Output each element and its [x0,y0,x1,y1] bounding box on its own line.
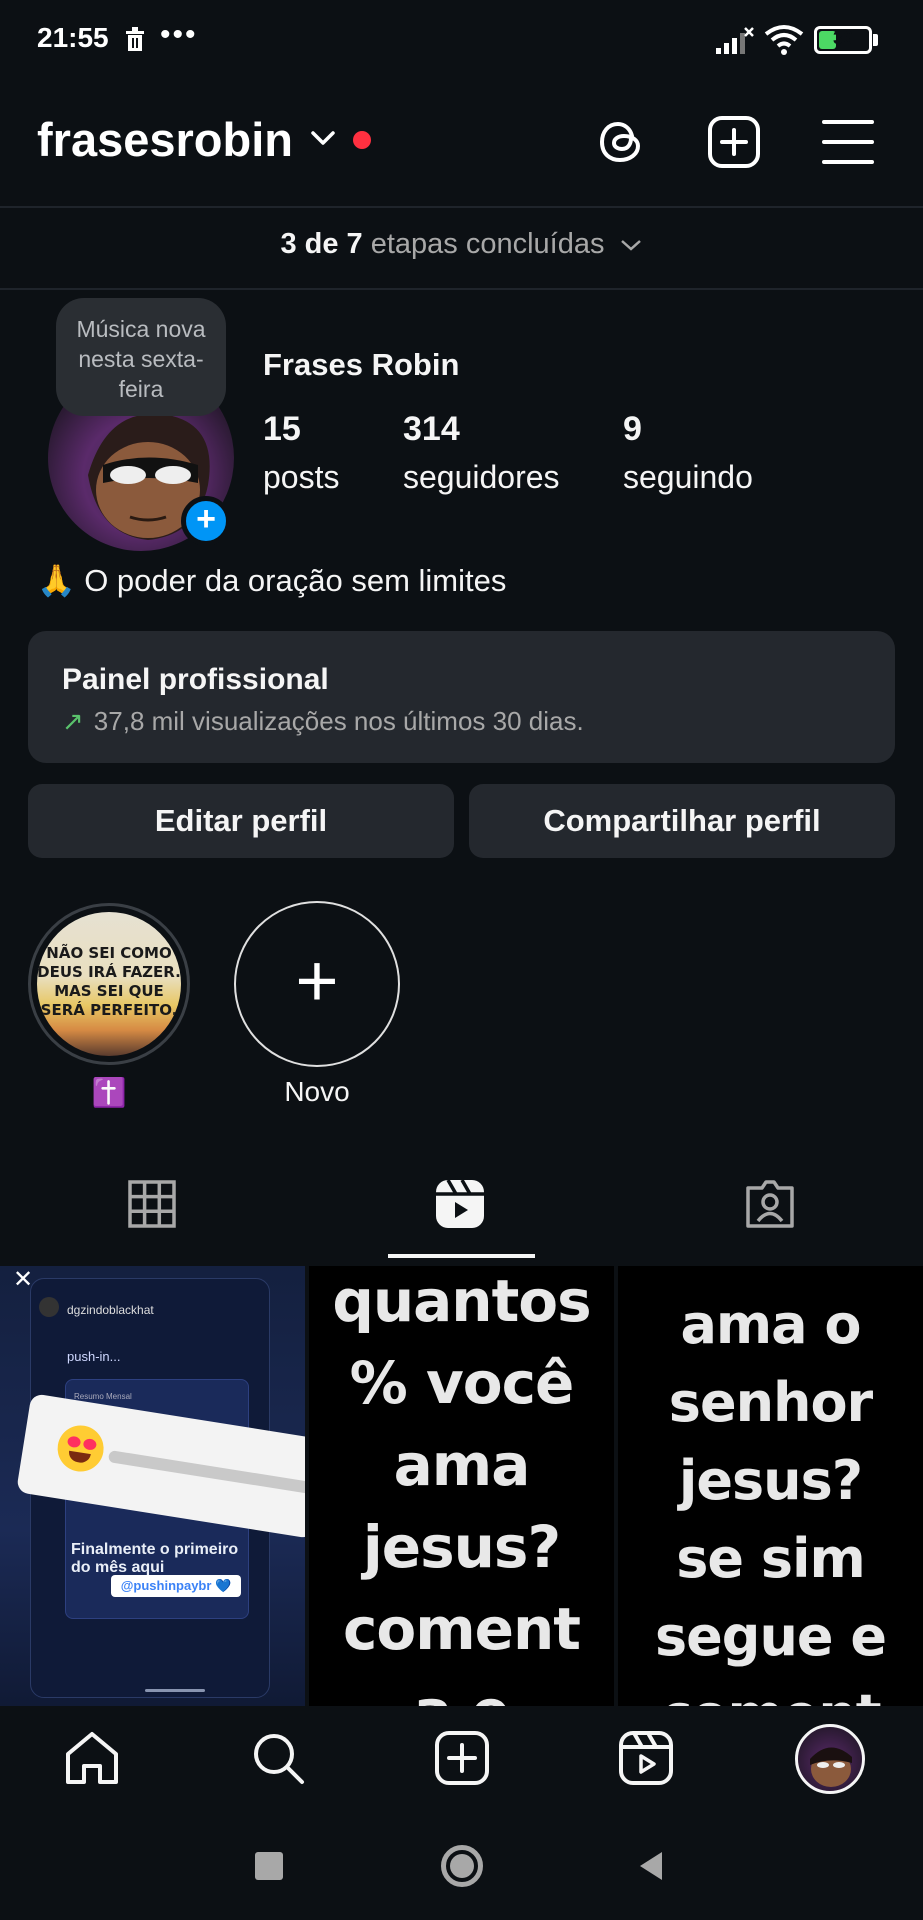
display-name: Frases Robin [263,347,460,382]
pro-panel-stats: 37,8 mil visualizações nos últimos 30 di… [93,706,584,736]
trend-arrow-icon: ↗ [62,706,84,736]
caption-line: jesus? [362,1513,561,1581]
recents-icon[interactable] [255,1852,283,1880]
divider [0,206,923,208]
onboarding-steps[interactable]: 3 de 7 etapas concluídas [0,228,923,261]
steps-text: etapas concluídas [370,228,605,260]
tagged-icon[interactable] [742,1176,798,1232]
close-icon[interactable]: ✕ [10,1268,36,1294]
caption-line: jesus? [678,1449,863,1512]
stat-posts[interactable]: 15 posts [263,410,339,496]
notification-dot [353,131,371,149]
add-story-button[interactable]: + [181,496,231,546]
reel-caption: ama o senhor jesus? se sim segue e comen… [618,1286,923,1706]
mention-tag: @pushinpaybr 💙 [111,1575,241,1597]
mouth [67,1450,91,1465]
following-count: 9 [623,410,642,448]
caption-line: coment [618,1676,923,1706]
highlight-cover: NÃO SEI COMO DEUS IRÁ FAZER. MAS SEI QUE… [37,912,181,1056]
highlight-cover-text: NÃO SEI COMO DEUS IRÁ FAZER. MAS SEI QUE… [37,944,181,1019]
home-circle-icon[interactable] [441,1845,483,1887]
brand-name: push-in... [67,1349,121,1364]
posts-count: 15 [263,410,301,448]
reel-thumbnail[interactable]: dgzindoblackhat push-in... Resumo Mensal… [0,1266,305,1706]
back-icon[interactable] [636,1850,666,1882]
reels-icon[interactable] [616,1728,676,1788]
posts-label: posts [263,459,340,495]
new-highlight-button[interactable]: + [234,901,400,1067]
eye [82,1437,98,1451]
heart-eyes-emoji-icon [54,1422,107,1475]
reels-icon[interactable] [432,1176,488,1232]
status-time: 21:55 [37,22,109,53]
highlight-item[interactable]: NÃO SEI COMO DEUS IRÁ FAZER. MAS SEI QUE… [28,903,190,1065]
wifi-icon [764,25,804,55]
grid-icon[interactable] [124,1176,180,1232]
note-bubble[interactable]: Música nova nesta sexta-feira [56,298,226,416]
caption-line: se sim [676,1527,865,1590]
menu-icon[interactable] [820,114,876,170]
create-icon[interactable] [432,1728,492,1788]
more-dots-icon: ••• [160,18,198,51]
steps-count: 3 de 7 [280,228,363,260]
profile-bio: 🙏 O poder da oração sem limites [37,563,507,598]
chevron-down-icon[interactable] [308,127,338,149]
caption-line: senhor [668,1371,873,1434]
pro-panel-title: Painel profissional [62,663,329,696]
card-title: Resumo Mensal [74,1392,132,1401]
battery-tip [873,34,878,46]
reel-thumbnail[interactable]: ama o senhor jesus? se sim segue e comen… [618,1266,923,1706]
caption-line: ama o [680,1293,861,1356]
reel-caption: quantos % você ama jesus? coment a e [309,1266,614,1706]
share-profile-button[interactable]: Compartilhar perfil [469,784,895,858]
profile-avatar[interactable] [795,1724,865,1794]
overlay-text: Finalmente o primeiro do mês aqui [71,1541,239,1576]
highlight-label: ✝️ [91,1077,127,1108]
caption-line: quantos [332,1267,591,1335]
plus-icon: + [295,939,339,1022]
caption-line: ama [393,1431,531,1499]
home-circle-inner [450,1854,474,1878]
post-username: dgzindoblackhat [67,1303,154,1317]
trash-icon [126,27,144,51]
home-icon[interactable] [62,1728,122,1788]
new-highlight-label: Novo [284,1076,350,1107]
home-indicator [145,1689,205,1692]
followers-count: 314 [403,410,460,448]
avatar [39,1297,59,1317]
reel-thumbnail[interactable]: quantos % você ama jesus? coment a e [309,1266,614,1706]
battery-icon: 36 [814,26,872,54]
following-label: seguindo [623,459,753,495]
account-username[interactable]: frasesrobin [37,112,293,167]
edit-profile-button[interactable]: Editar perfil [28,784,454,858]
divider [0,288,923,290]
chevron-down-icon [620,240,641,252]
threads-icon[interactable] [594,114,650,170]
caption-line: segue e [655,1605,887,1668]
create-icon[interactable] [706,114,762,170]
caption-line: coment [342,1595,581,1663]
active-tab-indicator [388,1254,535,1258]
slider-bar [107,1450,305,1495]
avatar-illustration [810,1747,852,1787]
caption-line: a e [309,1670,614,1706]
signal-icon [716,27,754,54]
stat-followers[interactable]: 314 seguidores [403,410,560,496]
caption-line: % você [349,1349,575,1417]
search-icon[interactable] [248,1728,308,1788]
professional-dashboard[interactable]: Painel profissional ↗ 37,8 mil visualizaç… [28,631,895,763]
battery-level: 36 [832,28,854,48]
pro-panel-subtitle: ↗ 37,8 mil visualizações nos últimos 30 d… [62,706,584,737]
eye [66,1435,82,1449]
followers-label: seguidores [403,459,560,495]
stat-following[interactable]: 9 seguindo [623,410,753,496]
